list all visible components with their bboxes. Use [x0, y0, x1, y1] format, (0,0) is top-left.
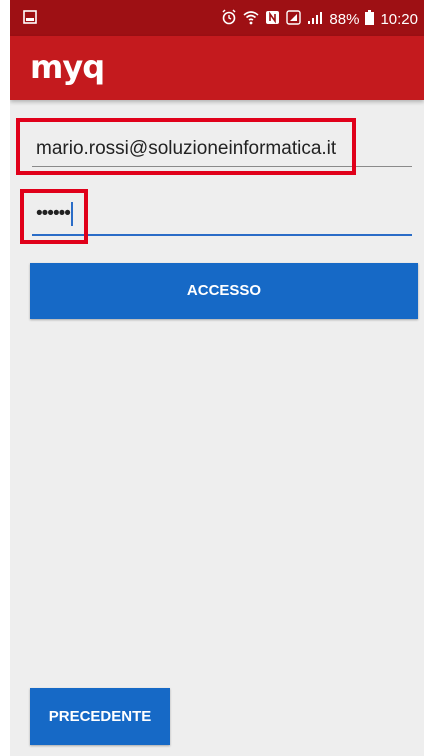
battery-icon — [365, 9, 375, 29]
status-bar: 88% 10:20 — [10, 0, 424, 36]
wifi-icon — [243, 9, 259, 29]
nfc-icon — [265, 10, 280, 29]
app-bar: myq — [10, 36, 424, 100]
myq-logo: myq — [30, 48, 105, 86]
sim-signal-icon — [286, 9, 302, 29]
notification-icon — [23, 10, 37, 28]
signal-icon — [307, 10, 323, 29]
battery-percent: 88% — [329, 10, 360, 28]
phone-screen: 88% 10:20 myq mario.rossi@soluzioneinfor… — [10, 0, 424, 756]
back-button[interactable]: PRECEDENTE — [30, 688, 170, 745]
clock: 10:20 — [380, 10, 418, 28]
alarm-icon — [221, 9, 237, 29]
username-highlight-box — [16, 118, 356, 175]
login-button[interactable]: ACCESSO — [30, 263, 418, 319]
password-highlight-box — [20, 189, 88, 244]
password-field[interactable]: •••••• — [32, 196, 412, 236]
